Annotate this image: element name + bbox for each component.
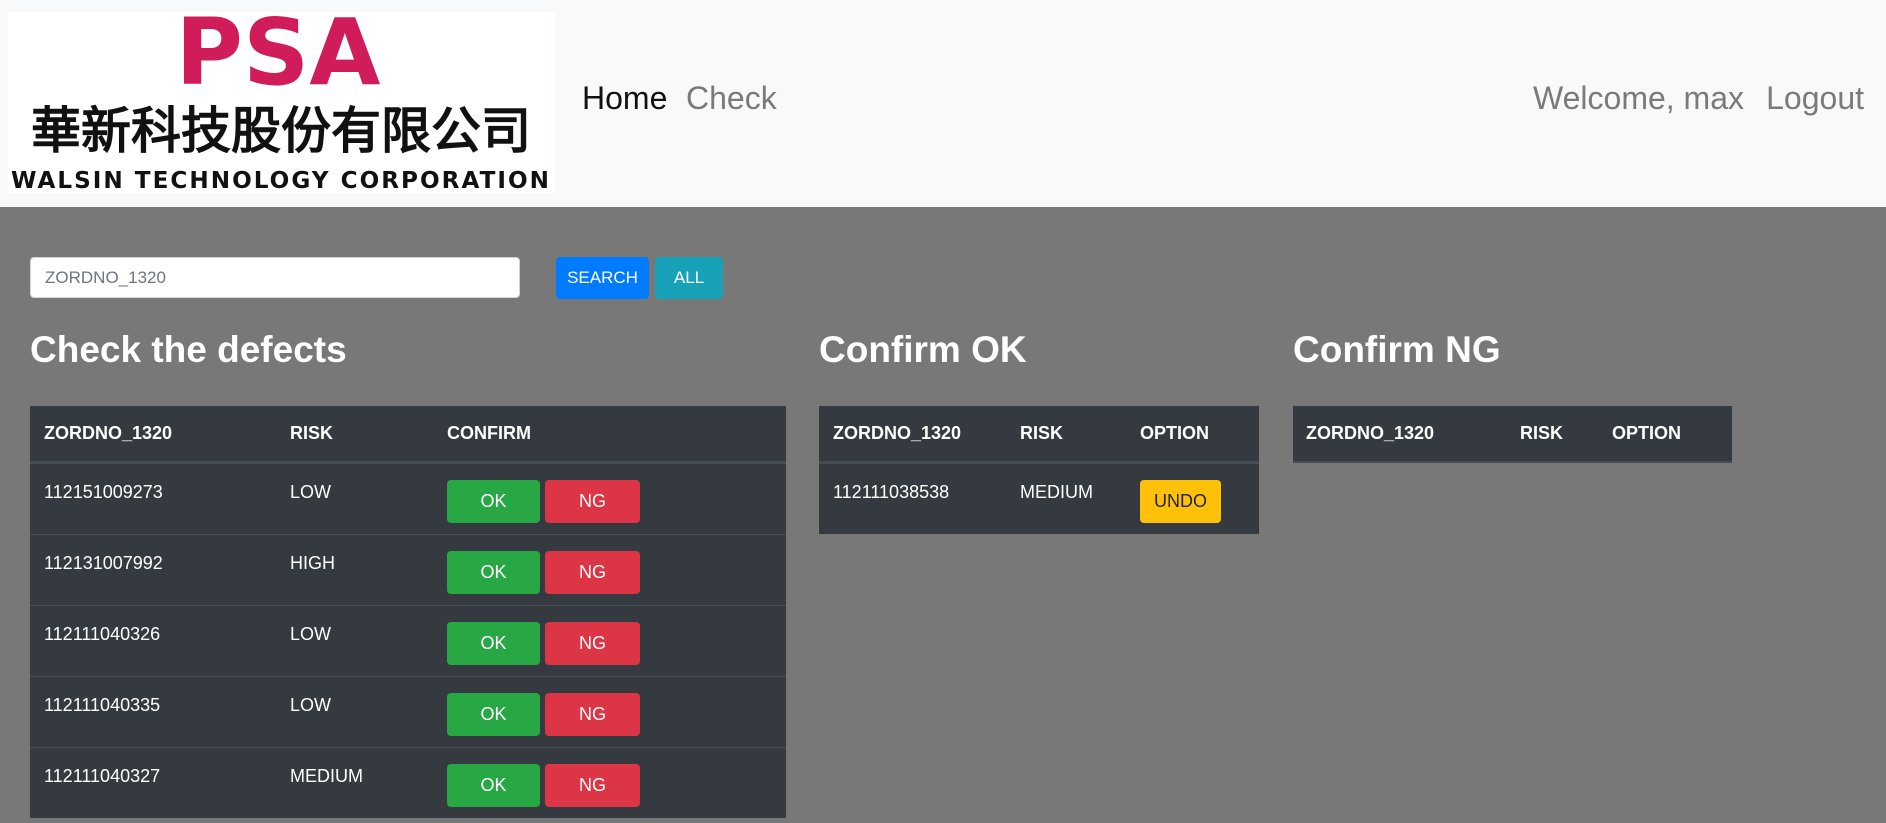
confirm-ok-button[interactable]: OK [447,551,540,594]
table-row: 112111040327 MEDIUM OK NG [30,747,786,818]
nav-home-link[interactable]: Home [582,76,667,120]
cell-risk: MEDIUM [1020,482,1093,502]
cell-zordno: 112131007992 [44,553,163,573]
cell-zordno: 112111040335 [44,695,161,715]
cell-zordno: 112111040326 [44,624,161,644]
top-navbar: PSA 華新科技股份有限公司 WALSIN TECHNOLOGY CORPORA… [0,0,1886,207]
defects-table: ZORDNO_1320 RISK CONFIRM 112151009273 LOW… [30,406,786,818]
confirm-ok-button[interactable]: OK [447,764,540,807]
undo-button[interactable]: UNDO [1140,480,1221,523]
column-header-risk: RISK [290,423,334,443]
cell-risk: LOW [290,482,332,502]
table-row: 112111040335 LOW OK NG [30,676,786,747]
logo-chinese-name: 華新科技股份有限公司 [31,102,531,160]
confirm-ng-button[interactable]: NG [545,622,640,665]
search-button[interactable]: SEARCH [556,257,649,299]
column-header-option: OPTION [1612,423,1682,443]
table-row: 112151009273 LOW OK NG [30,463,786,534]
logo-brand-text: PSA [176,12,381,106]
confirm-ng-section-title: Confirm NG [1293,329,1501,370]
column-header-zordno: ZORDNO_1320 [833,423,962,443]
search-input[interactable] [30,257,520,298]
confirm-ok-button[interactable]: OK [447,622,540,665]
cell-zordno: 112111038538 [833,482,950,502]
table-row: 112111040326 LOW OK NG [30,605,786,676]
psa-logo-graphic: PSA 華新科技股份有限公司 WALSIN TECHNOLOGY CORPORA… [11,12,551,193]
confirm-ng-button[interactable]: NG [545,693,640,736]
confirm-ng-button[interactable]: NG [545,764,640,807]
defects-table-header: ZORDNO_1320 RISK CONFIRM [30,406,786,463]
confirm-ok-section-title: Confirm OK [819,329,1027,370]
confirm-ng-table-header: ZORDNO_1320 RISK OPTION [1293,406,1732,463]
column-header-risk: RISK [1020,423,1064,443]
column-header-risk: RISK [1520,423,1564,443]
defects-section-title: Check the defects [30,329,347,370]
show-all-button[interactable]: ALL [655,257,723,299]
confirm-ng-button[interactable]: NG [545,480,640,523]
company-logo[interactable]: PSA 華新科技股份有限公司 WALSIN TECHNOLOGY CORPORA… [8,12,555,193]
confirm-ok-table-body: 112111038538 MEDIUM UNDO [819,463,1259,534]
nav-check-link[interactable]: Check [686,76,777,120]
table-row: 112111038538 MEDIUM UNDO [819,463,1259,534]
column-header-confirm: CONFIRM [447,423,531,443]
logo-english-name: WALSIN TECHNOLOGY CORPORATION [11,168,551,193]
confirm-ok-button[interactable]: OK [447,693,540,736]
logout-link[interactable]: Logout [1766,76,1864,120]
confirm-ok-table-header: ZORDNO_1320 RISK OPTION [819,406,1259,463]
confirm-ok-button[interactable]: OK [447,480,540,523]
column-header-zordno: ZORDNO_1320 [1306,423,1435,443]
confirm-ng-table: ZORDNO_1320 RISK OPTION [1293,406,1732,463]
confirm-ng-button[interactable]: NG [545,551,640,594]
cell-risk: LOW [290,624,332,644]
column-header-zordno: ZORDNO_1320 [44,423,173,443]
welcome-user-link[interactable]: Welcome, max [1533,76,1744,120]
confirm-ok-table: ZORDNO_1320 RISK OPTION 112111038538 MEDI… [819,406,1259,534]
table-row: 112131007992 HIGH OK NG [30,534,786,605]
cell-risk: HIGH [290,553,335,573]
cell-zordno: 112151009273 [44,482,163,502]
cell-risk: LOW [290,695,332,715]
cell-risk: MEDIUM [290,766,363,786]
column-header-option: OPTION [1140,423,1210,443]
cell-zordno: 112111040327 [44,766,161,786]
defects-table-body: 112151009273 LOW OK NG 112131007992 HIGH OK NG 1… [30,463,786,818]
